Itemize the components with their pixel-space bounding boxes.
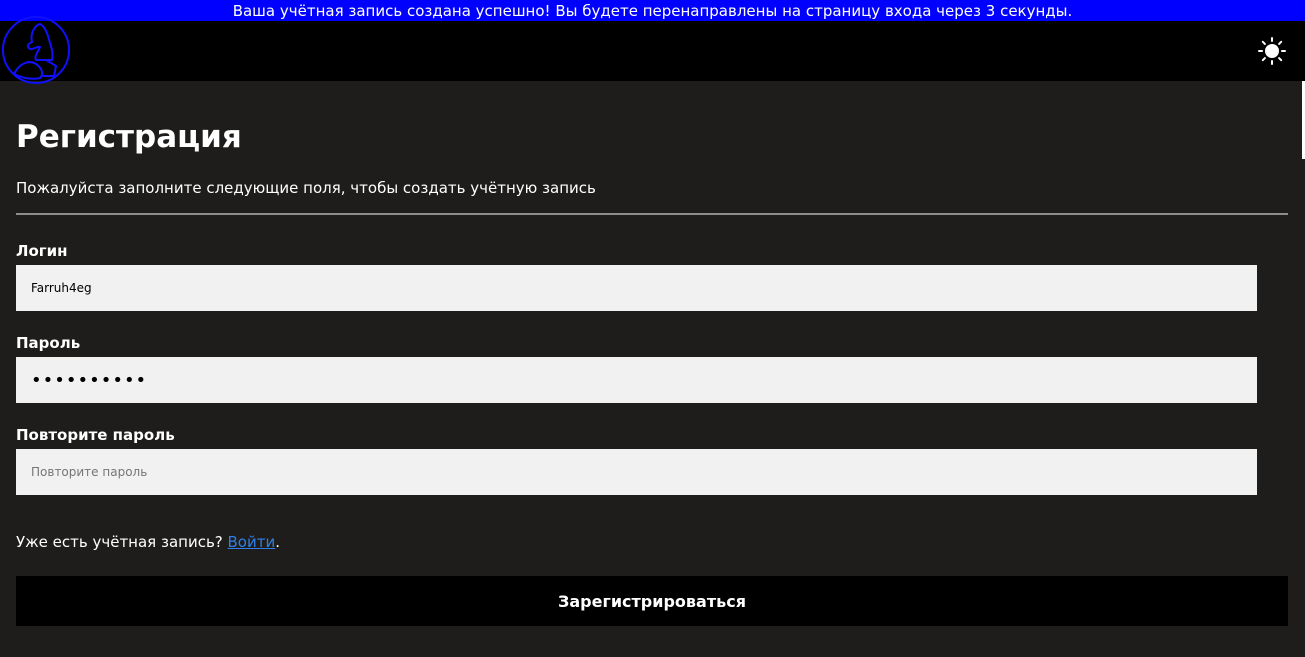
divider [16, 213, 1288, 215]
login-prompt-suffix: . [275, 533, 280, 551]
success-message: Ваша учётная запись создана успешно! Вы … [232, 2, 1073, 20]
page-title: Регистрация [16, 119, 242, 155]
login-prompt-text: Уже есть учётная запись? [16, 533, 228, 551]
top-navbar [0, 21, 1305, 81]
login-label: Логин [16, 242, 68, 260]
sun-icon[interactable] [1258, 37, 1286, 65]
repeat-password-label: Повторите пароль [16, 426, 175, 444]
register-button[interactable]: Зарегистрироваться [16, 576, 1288, 626]
password-input[interactable] [16, 357, 1257, 403]
login-link[interactable]: Войти [228, 533, 276, 551]
login-prompt: Уже есть учётная запись? Войти. [16, 532, 280, 552]
password-label: Пароль [16, 334, 81, 352]
success-banner: Ваша учётная запись создана успешно! Вы … [0, 0, 1305, 21]
page-subtitle: Пожалуйста заполните следующие поля, что… [16, 179, 596, 197]
login-input[interactable] [16, 265, 1257, 311]
knight-logo-icon[interactable] [0, 16, 74, 84]
repeat-password-input[interactable] [16, 449, 1257, 495]
